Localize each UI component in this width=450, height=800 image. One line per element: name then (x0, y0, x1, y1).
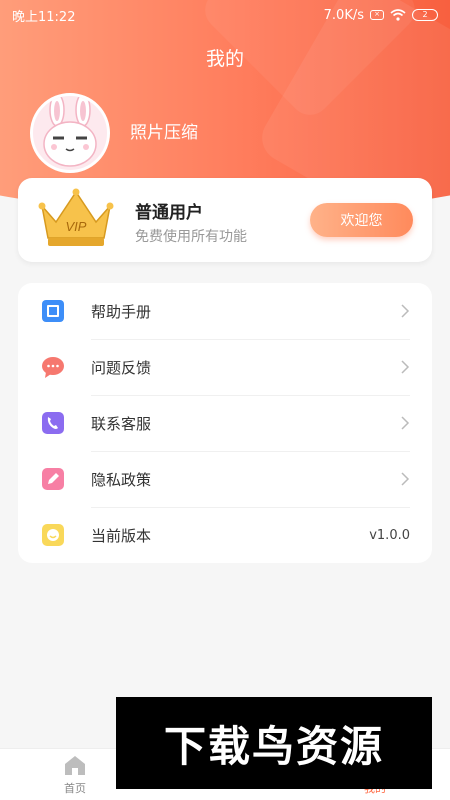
pencil-icon (42, 468, 64, 490)
menu-item-label: 当前版本 (91, 526, 152, 545)
menu-item-contact[interactable]: 联系客服 (18, 395, 432, 451)
svg-text:VIP: VIP (66, 219, 87, 234)
menu-item-label: 帮助手册 (91, 302, 152, 321)
status-time: 晚上11:22 (12, 9, 76, 25)
menu-card: 帮助手册 问题反馈 联系客服 隐私政策 当前版本 v1.0.0 (18, 283, 432, 563)
profile-name: 照片压缩 (130, 123, 198, 143)
menu-item-privacy[interactable]: 隐私政策 (18, 451, 432, 507)
menu-item-help[interactable]: 帮助手册 (18, 283, 432, 339)
battery-indicator: 2 (412, 9, 438, 21)
watermark-overlay: 下载鸟资源 (116, 697, 432, 789)
menu-item-label: 问题反馈 (91, 358, 152, 377)
menu-item-label: 联系客服 (91, 414, 152, 433)
welcome-button[interactable]: 欢迎您 (310, 203, 413, 237)
rabbit-avatar-icon[interactable] (30, 93, 110, 173)
menu-item-feedback[interactable]: 问题反馈 (18, 339, 432, 395)
wifi-icon (390, 9, 406, 21)
chevron-right-icon (401, 360, 410, 374)
chat-bubble-icon (42, 357, 64, 378)
status-bar: 晚上11:22 7.0K/s × 2 (0, 0, 450, 30)
chevron-right-icon (401, 472, 410, 486)
tab-label: 首页 (64, 782, 86, 795)
chevron-right-icon (401, 416, 410, 430)
smiley-icon (42, 524, 64, 546)
page-title: 我的 (205, 48, 244, 70)
book-icon (42, 300, 64, 322)
phone-icon (42, 412, 64, 434)
vip-card: VIP 普通用户 免费使用所有功能 欢迎您 (18, 178, 432, 262)
vip-title: 普通用户 (135, 203, 203, 223)
menu-item-version: 当前版本 v1.0.0 (18, 507, 432, 563)
tab-home[interactable]: 首页 (30, 749, 120, 800)
network-speed: 7.0K/s (323, 7, 364, 23)
vip-crown-icon: VIP (38, 188, 114, 246)
chevron-right-icon (401, 304, 410, 318)
version-value: v1.0.0 (369, 527, 410, 543)
vip-subtitle: 免费使用所有功能 (135, 229, 247, 245)
menu-item-label: 隐私政策 (91, 470, 152, 489)
home-icon (65, 756, 85, 775)
sim-icon: × (370, 10, 384, 20)
